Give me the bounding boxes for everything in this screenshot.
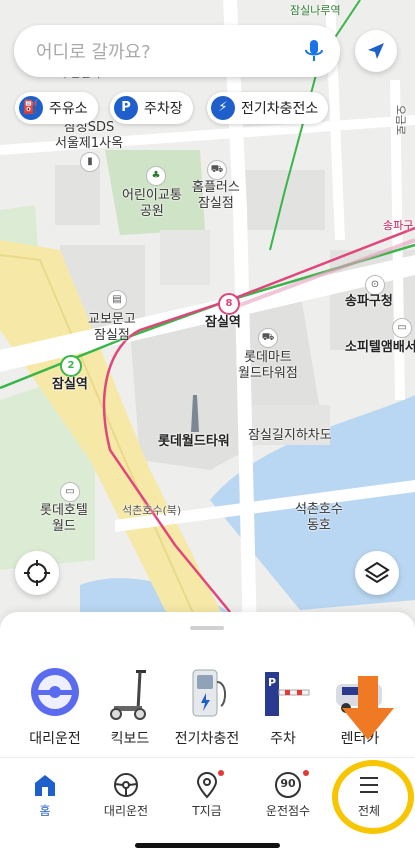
sheet-handle[interactable] xyxy=(190,626,224,630)
search-bar[interactable] xyxy=(14,25,340,77)
steering-wheel-tab-icon xyxy=(111,770,141,800)
park-poi-icon: ♣ xyxy=(146,166,166,186)
building-poi-icon: ▮ xyxy=(80,152,100,172)
map-label-samsung-sds: 삼성SDS 서울제1사옥 xyxy=(55,120,124,151)
location-pin-icon xyxy=(192,770,224,800)
map-label-homeplus: 홈플러스 잠실점 xyxy=(192,180,240,211)
map-label-songpa-road: 송파구 xyxy=(383,219,414,232)
tab-tnow-label: T지금 xyxy=(192,804,222,818)
service-parking[interactable]: P 주차 xyxy=(243,662,323,748)
tab-home-label: 홈 xyxy=(39,804,51,818)
map-label-jamsil-2: 잠실역 xyxy=(52,377,88,392)
tab-driver-label: 대리운전 xyxy=(103,804,149,818)
microphone-icon[interactable] xyxy=(302,38,326,64)
service-kickboard-label: 킥보드 xyxy=(110,731,150,747)
score-90-icon: 90 xyxy=(273,770,309,800)
map-label-kyobo: 교보문고 잠실점 xyxy=(88,312,136,343)
chip-parking[interactable]: P 주차장 xyxy=(110,92,193,124)
line8-badge-icon: 8 xyxy=(218,293,240,315)
tab-score[interactable]: 90 운전점수 xyxy=(253,770,323,819)
map-label-lotte-mart: 롯데마트 월드타워점 xyxy=(238,350,298,381)
service-driver[interactable]: 대리운전 xyxy=(15,662,95,748)
search-input[interactable] xyxy=(34,37,288,67)
score-notification-dot xyxy=(303,770,309,776)
kickboard-icon xyxy=(100,662,160,722)
ev-charge-icon: ⚡ xyxy=(211,96,235,120)
map-label-children-park: 어린이교통 공원 xyxy=(122,188,182,219)
chip-fuel-label: 주유소 xyxy=(49,101,88,117)
steering-wheel-icon xyxy=(25,662,85,722)
parking-icon: P xyxy=(114,96,138,120)
line2-badge-icon: 2 xyxy=(60,355,82,377)
tab-home[interactable]: 홈 xyxy=(10,770,80,819)
map-label-songpa-office: 송파구청 xyxy=(345,294,393,309)
annotation-highlight-ring xyxy=(332,760,414,834)
chip-parking-label: 주차장 xyxy=(144,101,183,117)
parking-gate-icon: P xyxy=(253,662,313,722)
svg-text:P: P xyxy=(268,676,276,689)
chip-ev-label: 전기차충전소 xyxy=(241,101,319,117)
navigation-arrow-icon xyxy=(368,43,384,59)
annotation-arrow-icon xyxy=(342,676,394,740)
map-label-lotte-tower: 롯데월드타워 xyxy=(158,434,230,449)
government-poi-icon: ⊙ xyxy=(365,275,385,295)
shopping-cart-poi-icon: ⛟ xyxy=(207,160,227,180)
home-icon xyxy=(30,770,60,800)
service-parking-label: 주차 xyxy=(270,731,296,747)
service-kickboard[interactable]: 킥보드 xyxy=(90,662,170,748)
score-badge-text: 90 xyxy=(280,777,296,790)
home-indicator xyxy=(135,843,280,848)
tab-tnow[interactable]: T지금 xyxy=(172,770,242,819)
map-label-lake-north: 석촌호수(북) xyxy=(122,504,182,517)
map-label-road-right: 오금로 xyxy=(394,104,408,136)
tab-score-label: 운전점수 xyxy=(265,804,311,818)
service-ev-charge-label: 전기차충전 xyxy=(174,731,240,747)
ev-charger-icon xyxy=(177,662,237,722)
map-label-sofitel: 소피텔앰배서 xyxy=(345,340,415,355)
service-driver-label: 대리운전 xyxy=(29,731,81,747)
tab-driver[interactable]: 대리운전 xyxy=(91,770,161,819)
service-ev-charge[interactable]: 전기차충전 xyxy=(167,662,247,748)
map-label-underground-road: 잠실길지하차도 xyxy=(248,428,332,443)
crosshair-icon xyxy=(24,560,50,586)
chip-fuel[interactable]: ⛽ 주유소 xyxy=(15,92,98,124)
tnow-notification-dot xyxy=(218,770,224,776)
map-label-station-top: 잠실나루역 xyxy=(290,4,341,17)
hotel2-poi-icon: ▭ xyxy=(60,482,80,502)
navigation-button[interactable] xyxy=(355,30,397,72)
chip-ev[interactable]: ⚡ 전기차충전소 xyxy=(207,92,329,124)
mart-poi-icon: ⛟ xyxy=(258,328,278,348)
map-label-lake-east: 석촌호수 동호 xyxy=(295,502,343,533)
map-layers-button[interactable] xyxy=(355,551,399,595)
hotel-poi-icon: ▭ xyxy=(392,318,412,338)
layers-icon xyxy=(364,561,390,584)
current-location-button[interactable] xyxy=(15,551,59,595)
book-poi-icon: ▤ xyxy=(107,290,127,310)
map-label-jamsil-8: 잠실역 xyxy=(205,315,241,330)
fuel-pump-icon: ⛽ xyxy=(19,96,43,120)
map-label-lotte-hotel: 롯데호텔 월드 xyxy=(40,503,88,534)
